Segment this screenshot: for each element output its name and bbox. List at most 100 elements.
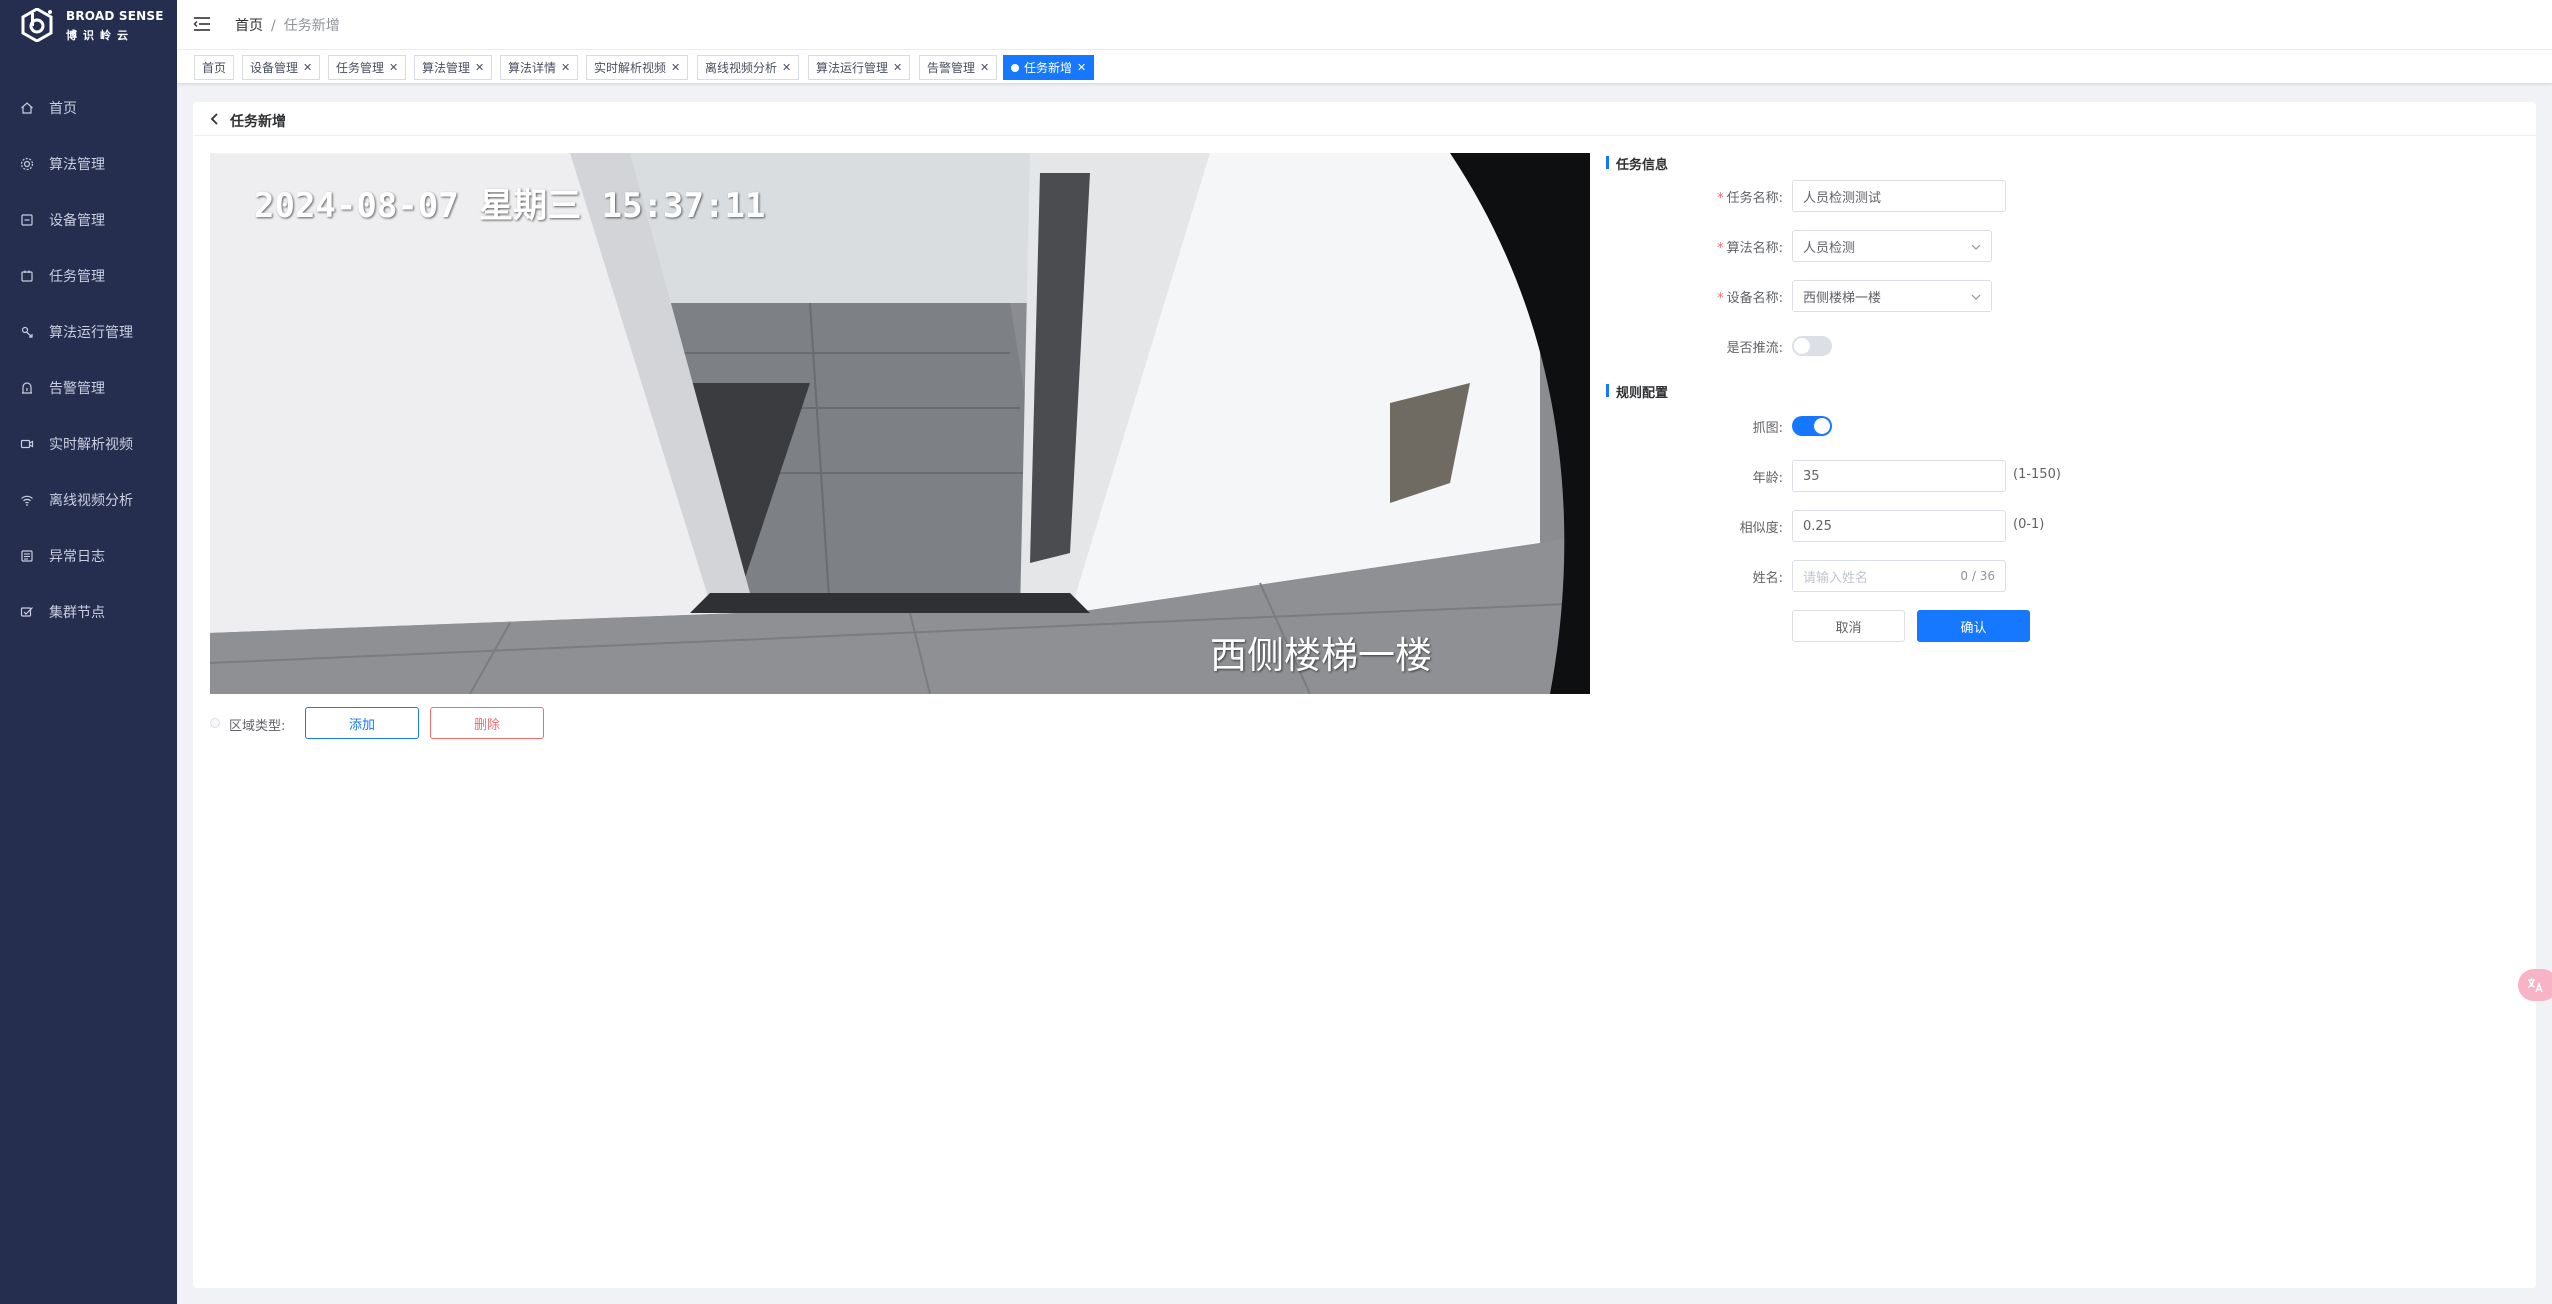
device-name-label: * 设备名称: [1717,291,1783,306]
switch-knob [1794,338,1810,354]
home-icon [20,101,34,115]
similarity-range-hint: (0-1) [2013,517,2045,532]
close-icon[interactable]: ✕ [782,61,791,74]
algorithm-select-value: 人员检测 [1803,240,1856,256]
tag-label: 告警管理 [927,61,976,75]
algorithm-select[interactable]: 人员检测 [1792,230,1992,262]
back-arrow-icon[interactable] [209,112,221,126]
required-mark: * [1717,241,1724,256]
name-char-counter: 0 / 36 [1960,569,1995,583]
breadcrumb-home[interactable]: 首页 [235,18,263,34]
tag-alarm[interactable]: 告警管理 ✕ [919,55,998,80]
task-icon [20,269,34,283]
sidebar-item-label: 任务管理 [49,269,105,285]
video-camera-name: 西侧楼梯一楼 [1210,634,1432,677]
tag-task[interactable]: 任务管理 ✕ [328,55,407,80]
tag-label: 任务管理 [336,61,385,75]
similarity-input[interactable]: 0.25 [1792,510,2006,542]
task-name-label: * 任务名称: [1717,191,1783,206]
sidebar-item-label: 离线视频分析 [49,493,133,509]
region-type-label: 区域类型: [229,719,286,734]
floating-translate-widget[interactable] [2518,969,2552,1001]
sidebar-item-label: 设备管理 [49,213,105,229]
close-icon[interactable]: ✕ [893,61,902,74]
sidebar-item-exception-log[interactable]: 异常日志 [0,528,177,584]
add-region-button[interactable]: 添加 [305,707,419,739]
device-select-value: 西侧楼梯一楼 [1803,290,1882,306]
age-range-hint: (1-150) [2013,467,2061,482]
video-timestamp: 2024-08-07 星期三 15:37:11 [254,186,766,226]
tag-label: 离线视频分析 [705,61,778,75]
sidebar-item-offline-video[interactable]: 离线视频分析 [0,472,177,528]
tag-realtime-video[interactable]: 实时解析视频 ✕ [586,55,689,80]
name-input-placeholder: 请输入姓名 [1803,570,1869,586]
sidebar-item-label: 异常日志 [49,549,105,565]
sidebar-item-realtime-video[interactable]: 实时解析视频 [0,416,177,472]
task-add-card: 任务新增 2024-08-07 星期三 15:37:11 西侧楼梯一楼 区域类型… [193,102,2536,1288]
breadcrumb: 首页 / 任务新增 [235,15,340,35]
sidebar-item-home[interactable]: 首页 [0,80,177,136]
card-header: 任务新增 [193,102,2536,136]
tag-offline-video[interactable]: 离线视频分析 ✕ [697,55,800,80]
tag-task-add[interactable]: 任务新增 ✕ [1003,55,1095,80]
close-icon[interactable]: ✕ [303,61,312,74]
sidebar-item-algorithm[interactable]: 算法管理 [0,136,177,192]
tag-algorithm[interactable]: 算法管理 ✕ [414,55,493,80]
tag-label: 算法详情 [508,61,557,75]
log-icon [20,549,34,563]
cancel-button[interactable]: 取消 [1792,610,1905,642]
tag-label: 算法运行管理 [816,61,889,75]
algorithm-run-icon [20,325,34,339]
tag-algorithm-detail[interactable]: 算法详情 ✕ [500,55,579,80]
close-icon[interactable]: ✕ [1077,61,1086,74]
switch-knob [1814,418,1830,434]
algorithm-name-label: * 算法名称: [1717,241,1783,256]
breadcrumb-separator: / [271,18,276,34]
sidebar: BROAD SENSE 博识岭云 首页 算法管理 设备管理 任务管理 算法运行管… [0,0,177,1304]
sidebar-item-cluster[interactable]: 集群节点 [0,584,177,640]
menu-fold-icon[interactable] [193,15,211,33]
sidebar-item-device[interactable]: 设备管理 [0,192,177,248]
delete-region-button[interactable]: 删除 [430,707,544,739]
close-icon[interactable]: ✕ [980,61,989,74]
close-icon[interactable]: ✕ [389,61,398,74]
region-type-row: 区域类型: 添加 删除 [210,707,810,739]
task-name-input[interactable]: 人员检测测试 [1792,180,2006,212]
age-label: 年龄: [1752,471,1783,486]
sidebar-item-task[interactable]: 任务管理 [0,248,177,304]
push-stream-label: 是否推流: [1726,341,1783,356]
capture-label: 抓图: [1752,421,1783,436]
tag-label: 实时解析视频 [594,61,667,75]
sidebar-item-alarm[interactable]: 告警管理 [0,360,177,416]
region-radio[interactable] [210,718,220,728]
tag-algorithm-run[interactable]: 算法运行管理 ✕ [808,55,911,80]
push-stream-switch[interactable] [1792,336,1832,356]
cluster-icon [20,605,34,619]
tag-label: 任务新增 [1024,61,1073,75]
name-input[interactable]: 请输入姓名 0 / 36 [1792,560,2006,592]
camera-preview[interactable]: 2024-08-07 星期三 15:37:11 西侧楼梯一楼 [210,153,1590,694]
sidebar-item-algorithm-run[interactable]: 算法运行管理 [0,304,177,360]
device-select[interactable]: 西侧楼梯一楼 [1792,280,1992,312]
breadcrumb-current: 任务新增 [283,18,340,34]
tags-view-bar: 首页 设备管理 ✕ 任务管理 ✕ 算法管理 ✕ 算法详情 ✕ 实时解析视频 ✕ 离线视频分… [177,50,2552,84]
close-icon[interactable]: ✕ [475,61,484,74]
capture-switch[interactable] [1792,416,1832,436]
tag-home[interactable]: 首页 [194,55,235,80]
chevron-down-icon [1971,294,1981,300]
tag-label: 设备管理 [250,61,299,75]
wifi-icon [20,493,34,507]
age-input[interactable]: 35 [1792,460,2006,492]
name-label: 姓名: [1752,571,1783,586]
active-dot-icon [1011,63,1019,72]
tag-device[interactable]: 设备管理 ✕ [242,55,321,80]
close-icon[interactable]: ✕ [671,61,680,74]
top-header: 首页 / 任务新增 [177,0,2552,50]
algorithm-icon [20,157,34,171]
chevron-down-icon [1971,244,1981,250]
brand-logo[interactable]: BROAD SENSE 博识岭云 [20,6,170,48]
required-mark: * [1717,291,1724,306]
close-icon[interactable]: ✕ [561,61,570,74]
confirm-button[interactable]: 确认 [1917,610,2030,642]
page-title: 任务新增 [230,114,286,130]
